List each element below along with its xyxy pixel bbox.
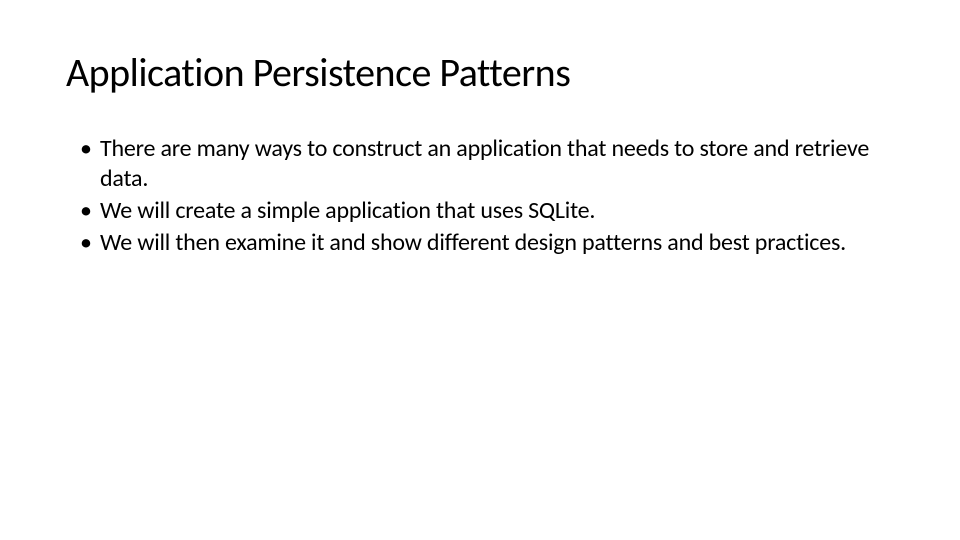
bullet-list: There are many ways to construct an appl… (66, 134, 894, 258)
bullet-item: We will then examine it and show differe… (86, 228, 894, 258)
bullet-item: There are many ways to construct an appl… (86, 134, 894, 194)
slide: Application Persistence Patterns There a… (0, 0, 960, 540)
slide-title: Application Persistence Patterns (66, 50, 894, 96)
bullet-item: We will create a simple application that… (86, 196, 894, 226)
